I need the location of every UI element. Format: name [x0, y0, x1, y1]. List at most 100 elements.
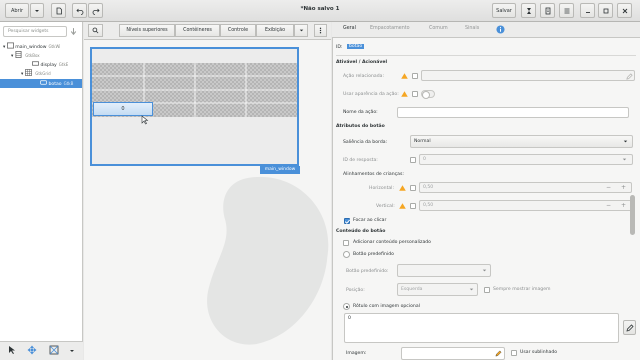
placeholder-icon[interactable]: [49, 345, 59, 355]
use-underline-checkbox[interactable]: [511, 350, 517, 356]
tab-common[interactable]: Comum: [429, 26, 448, 31]
use-action-appearance-checkbox[interactable]: [412, 91, 418, 97]
warning-icon: [399, 203, 406, 209]
label-with-image-label: Rótulo com imagem opcional: [353, 304, 420, 309]
widget-search-input[interactable]: Pesquisar widgets: [3, 26, 67, 37]
entry-icon: [32, 61, 39, 66]
custom-content-label: Adicionar conteúdo personalizado: [353, 240, 431, 245]
preview-button-botao[interactable]: 0: [93, 102, 153, 116]
vertical-dots-icon: [319, 27, 322, 34]
image-field[interactable]: [401, 347, 505, 360]
properties-scrollbar[interactable]: [630, 195, 635, 235]
plus-icon[interactable]: +: [621, 202, 626, 209]
tab-signals[interactable]: Sinais: [465, 26, 479, 31]
stock-select[interactable]: [397, 264, 491, 277]
chevron-down-icon: [469, 288, 474, 291]
id-value[interactable]: botao: [347, 44, 365, 49]
arrow-down-icon[interactable]: [69, 27, 78, 36]
separator: [336, 55, 636, 56]
maximize-button[interactable]: [598, 3, 613, 18]
preview-window-label: main_window: [260, 166, 300, 174]
focus-on-click-label: Focar ao clicar: [353, 218, 387, 223]
info-icon[interactable]: [496, 25, 505, 34]
tree-item-box[interactable]: ▾ GtkBox: [0, 51, 82, 60]
chevron-down-icon: [623, 140, 628, 143]
edit-pencil-icon[interactable]: [626, 73, 633, 80]
related-action-checkbox[interactable]: [412, 73, 418, 79]
chevron-down-icon: [299, 29, 303, 32]
tree-item-class: GtkGrid: [35, 71, 51, 76]
palette-menu-button[interactable]: [314, 24, 327, 37]
box-icon: [15, 51, 22, 58]
tree-item-display[interactable]: display GtkE: [0, 60, 82, 69]
tab-control[interactable]: Controle: [220, 24, 256, 37]
minimize-button[interactable]: [580, 3, 595, 18]
tree-item-grid[interactable]: ▾ GtkGrid: [0, 69, 82, 78]
tab-display[interactable]: Exibição: [256, 24, 294, 37]
related-action-field[interactable]: [421, 70, 635, 81]
search-icon: [92, 27, 99, 34]
stock-button-label: Botão predefinido: [353, 252, 394, 257]
relief-select[interactable]: Normal: [410, 135, 633, 148]
close-button[interactable]: [617, 3, 632, 18]
use-action-appearance-switch[interactable]: [421, 90, 435, 99]
minus-icon[interactable]: −: [606, 202, 611, 209]
child-alignment-label: Alinhamentos de crianças:: [343, 172, 404, 177]
warning-icon: [401, 73, 408, 79]
warning-icon: [399, 185, 406, 191]
response-id-value: 0: [423, 157, 426, 162]
related-action-label: Ação relacionada:: [343, 74, 384, 79]
tab-general[interactable]: Geral: [343, 26, 356, 31]
tree-item-main-window[interactable]: ▾ main_window GtkWi: [0, 42, 82, 51]
tree-item-class: GtkE: [58, 62, 69, 67]
main-menu-button[interactable]: [559, 3, 574, 18]
plus-icon[interactable]: +: [621, 184, 626, 191]
palette-more-button[interactable]: [294, 24, 308, 37]
chevron-down-icon[interactable]: [68, 347, 76, 355]
warning-icon: [401, 91, 408, 97]
save-button[interactable]: Salvar: [492, 3, 516, 18]
section-button-content: Conteúdo do botão: [336, 229, 386, 234]
edit-pencil-icon[interactable]: [495, 350, 502, 357]
tree-item-class: GtkB: [63, 81, 74, 86]
horizontal-checkbox[interactable]: [410, 185, 416, 191]
tree-item-class: GtkBox: [25, 53, 40, 58]
position-select[interactable]: Esquerda: [397, 283, 478, 296]
select-pointer-icon[interactable]: [7, 345, 17, 355]
tree-item-botao[interactable]: botao GtkB: [0, 79, 82, 88]
vertical-checkbox[interactable]: [410, 203, 416, 209]
tab-containers[interactable]: Contêineres: [175, 24, 220, 37]
hourglass-button[interactable]: [521, 3, 536, 18]
section-activatable: Ativável / Acionável: [336, 60, 388, 65]
label-with-image-radio[interactable]: [343, 303, 350, 310]
response-id-field[interactable]: 0: [419, 154, 633, 165]
use-action-appearance-label: Usar aparência da ação:: [343, 92, 399, 97]
tab-toplevels[interactable]: Níveis superiores: [119, 24, 175, 37]
label-text-value: 0: [348, 316, 351, 321]
button-icon: [40, 80, 47, 85]
always-show-image-checkbox[interactable]: [484, 287, 490, 293]
tree-item-label: main_window: [15, 45, 47, 50]
document-properties-icon: [545, 7, 550, 14]
chevron-down-icon: [482, 269, 487, 272]
label-text-area[interactable]: 0: [344, 313, 619, 343]
horizontal-value: 0,50: [423, 185, 434, 190]
document-properties-button[interactable]: [540, 3, 555, 18]
relief-label: Saliência da borda:: [343, 140, 388, 145]
vertical-spin[interactable]: 0,50: [419, 200, 632, 211]
stock-button-radio[interactable]: [343, 251, 350, 258]
edit-pencil-icon: [625, 323, 634, 332]
horizontal-label: Horizontal:: [369, 186, 395, 191]
relief-select-value: Normal: [414, 139, 431, 144]
minus-icon[interactable]: −: [606, 184, 611, 191]
action-name-label: Nome da ação:: [343, 110, 378, 115]
tab-packing[interactable]: Empacotamento: [370, 26, 410, 31]
chevron-down-icon[interactable]: [621, 156, 628, 163]
palette-search-button[interactable]: [88, 24, 103, 37]
edit-label-button[interactable]: [623, 320, 636, 335]
response-id-checkbox[interactable]: [410, 157, 416, 163]
horizontal-spin[interactable]: 0,50: [419, 182, 632, 193]
custom-content-checkbox[interactable]: [343, 240, 349, 246]
action-name-field[interactable]: [397, 107, 629, 118]
drag-resize-icon[interactable]: [27, 345, 37, 355]
